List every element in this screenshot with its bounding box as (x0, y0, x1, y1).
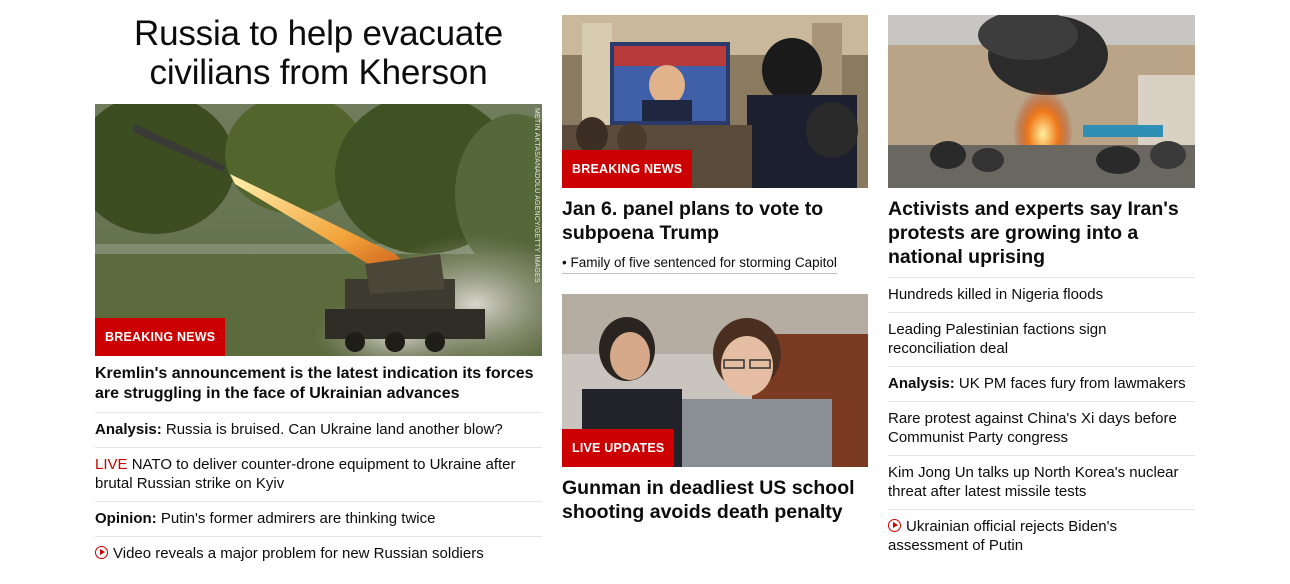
list-item-text: Rare protest against China's Xi days bef… (888, 410, 1177, 446)
list-item-text: Hundreds killed in Nigeria floods (888, 286, 1104, 303)
photo-credit: METIN AKTAS/ANADOLU AGENCY/GETTY IMAGES (533, 108, 540, 283)
main-story-image[interactable]: METIN AKTAS/ANADOLU AGENCY/GETTY IMAGES … (95, 104, 542, 356)
analysis-label: Analysis: (95, 421, 162, 438)
iran-protest-photo (888, 15, 1195, 188)
jan6-story-image[interactable]: BREAKING NEWS (562, 15, 868, 188)
list-item[interactable]: LIVE NATO to deliver counter-drone equip… (95, 447, 542, 501)
list-item-text: Russia is bruised. Can Ukraine land anot… (161, 421, 503, 438)
live-label: LIVE (95, 456, 128, 473)
list-item[interactable]: Rare protest against China's Xi days bef… (888, 401, 1195, 455)
iran-headline[interactable]: Activists and experts say Iran's protest… (888, 197, 1195, 269)
list-item[interactable]: Video reveals a major problem for new Ru… (95, 536, 542, 571)
jan6-related-link[interactable]: • Family of five sentenced for storming … (562, 254, 837, 274)
list-item-text: Leading Palestinian factions sign reconc… (888, 321, 1107, 357)
main-headline[interactable]: Russia to help evacuate civilians from K… (95, 14, 542, 92)
live-updates-badge: LIVE UPDATES (562, 429, 675, 467)
jan6-headline[interactable]: Jan 6. panel plans to vote to subpoena T… (562, 197, 868, 245)
list-item-text: Kim Jong Un talks up North Korea's nucle… (888, 464, 1179, 500)
world-stories-column: Activists and experts say Iran's protest… (888, 0, 1195, 563)
list-item[interactable]: Kim Jong Un talks up North Korea's nucle… (888, 455, 1195, 509)
list-item[interactable]: Analysis: UK PM faces fury from lawmaker… (888, 366, 1195, 401)
school-shooting-headline[interactable]: Gunman in deadliest US school shooting a… (562, 476, 868, 524)
list-item[interactable]: Opinion: Putin's former admirers are thi… (95, 501, 542, 536)
world-stories-list: Hundreds killed in Nigeria floods Leadin… (888, 277, 1195, 563)
list-item-text: UK PM faces fury from lawmakers (954, 375, 1186, 392)
list-item[interactable]: Ukrainian official rejects Biden's asses… (888, 509, 1195, 563)
list-item-text: Ukrainian official rejects Biden's asses… (888, 518, 1118, 554)
analysis-label: Analysis: (888, 375, 955, 392)
list-item[interactable]: Hundreds killed in Nigeria floods (888, 277, 1195, 312)
school-shooting-story-image[interactable]: LIVE UPDATES (562, 294, 868, 467)
list-item-text: NATO to deliver counter-drone equipment … (95, 456, 516, 492)
breaking-news-badge: BREAKING NEWS (562, 150, 693, 188)
main-story-column: Russia to help evacuate civilians from K… (95, 0, 542, 571)
list-item[interactable]: Analysis: Russia is bruised. Can Ukraine… (95, 412, 542, 447)
opinion-label: Opinion: (95, 510, 157, 527)
list-item[interactable]: Leading Palestinian factions sign reconc… (888, 312, 1195, 366)
breaking-news-badge: BREAKING NEWS (95, 318, 226, 356)
iran-story-image[interactable] (888, 15, 1195, 188)
main-story-related-list: Analysis: Russia is bruised. Can Ukraine… (95, 412, 542, 571)
secondary-stories-column: BREAKING NEWS Jan 6. panel plans to vote… (562, 0, 868, 524)
list-item-text: Video reveals a major problem for new Ru… (113, 545, 484, 562)
play-icon (95, 546, 108, 559)
list-item-text: Putin's former admirers are thinking twi… (156, 510, 436, 527)
main-story-summary[interactable]: Kremlin's announcement is the latest ind… (95, 364, 542, 404)
play-icon (888, 519, 901, 532)
